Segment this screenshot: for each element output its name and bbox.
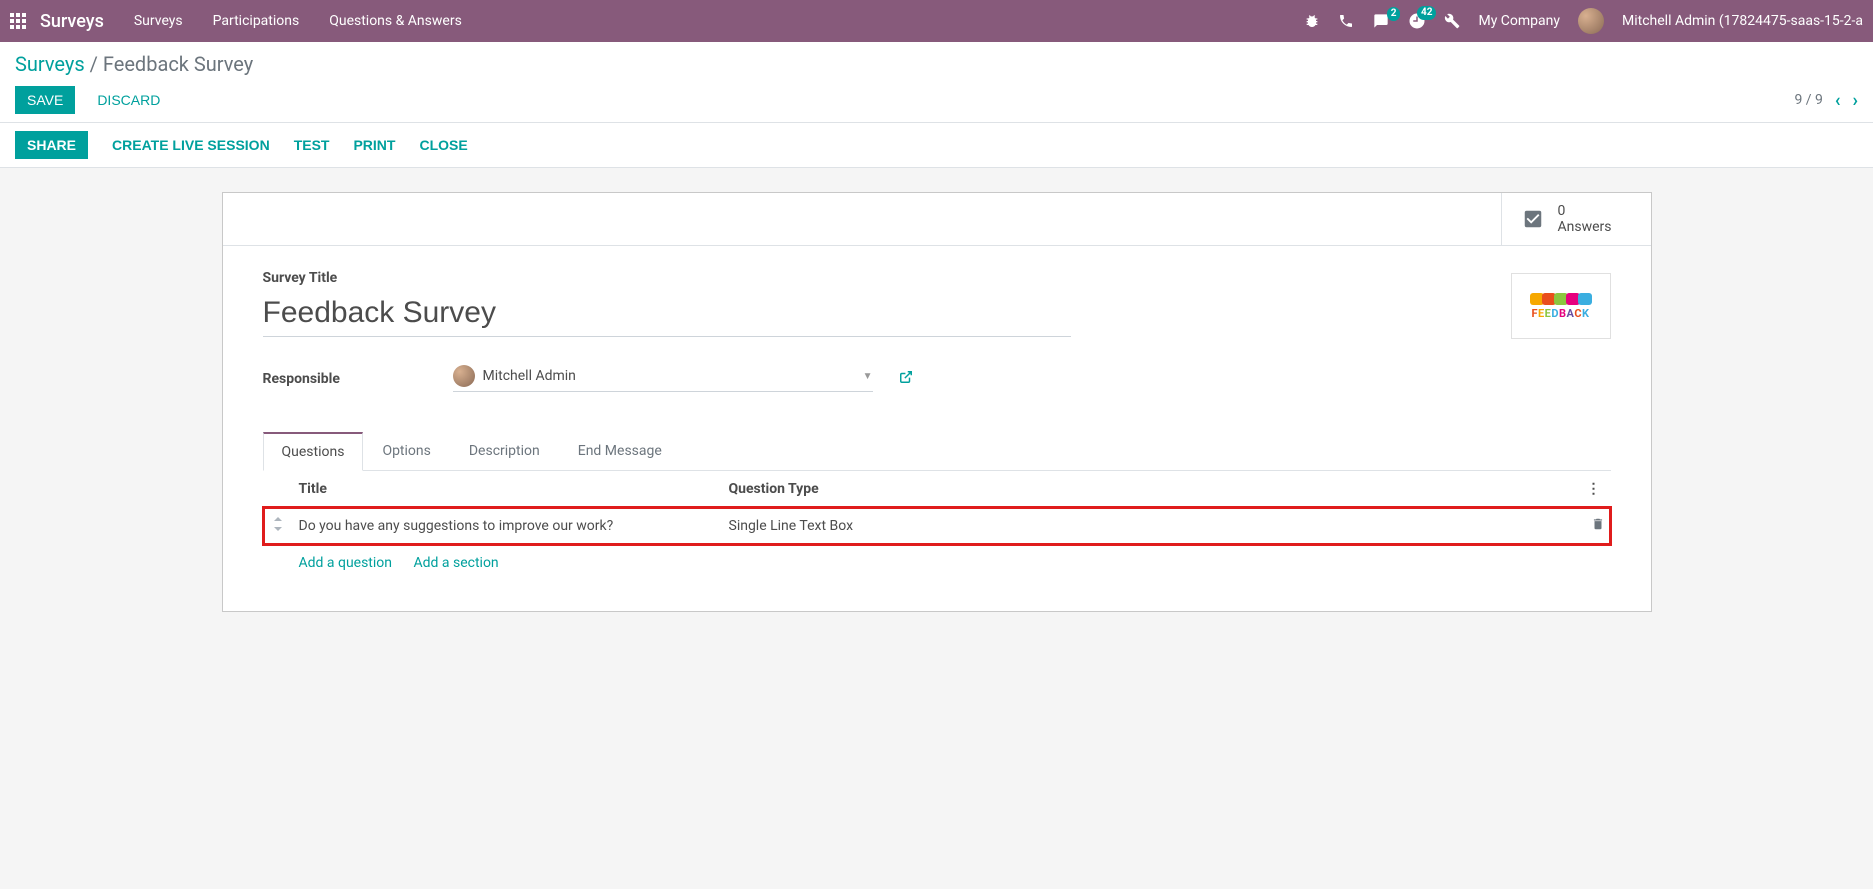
answers-stat-button[interactable]: 0 Answers: [1501, 193, 1651, 245]
cover-image[interactable]: FEEDBACK: [1511, 273, 1611, 339]
question-type-cell[interactable]: Single Line Text Box: [723, 507, 1581, 545]
dropdown-icon[interactable]: ▼: [863, 371, 873, 382]
tab-description[interactable]: Description: [450, 432, 559, 471]
chat-badge: 2: [1387, 7, 1401, 21]
tab-end-message[interactable]: End Message: [559, 432, 681, 471]
survey-title-input[interactable]: [263, 292, 1072, 337]
close-button[interactable]: CLOSE: [419, 131, 467, 159]
pager-text[interactable]: 9 / 9: [1794, 92, 1822, 108]
user-menu[interactable]: Mitchell Admin (17824475-saas-15-2-a: [1622, 13, 1863, 29]
breadcrumb-root[interactable]: Surveys: [15, 52, 85, 76]
answers-label: Answers: [1558, 219, 1612, 235]
add-section-link[interactable]: Add a section: [414, 555, 499, 571]
discard-button[interactable]: DISCARD: [93, 86, 164, 114]
menu-questions-answers[interactable]: Questions & Answers: [329, 13, 462, 29]
print-button[interactable]: PRINT: [353, 131, 395, 159]
breadcrumb: Surveys / Feedback Survey: [15, 52, 1858, 76]
breadcrumb-current: Feedback Survey: [103, 52, 253, 76]
activity-icon[interactable]: 42: [1408, 12, 1426, 30]
column-type-header[interactable]: Question Type: [723, 471, 1581, 507]
user-avatar[interactable]: [1578, 8, 1604, 34]
add-question-link[interactable]: Add a question: [299, 555, 393, 571]
pager-prev-icon[interactable]: ‹: [1835, 90, 1841, 111]
pager-next-icon[interactable]: ›: [1853, 90, 1858, 111]
bug-icon[interactable]: [1304, 13, 1320, 29]
chat-icon[interactable]: 2: [1372, 13, 1390, 29]
tools-icon[interactable]: [1444, 13, 1460, 29]
question-row[interactable]: Do you have any suggestions to improve o…: [263, 507, 1611, 545]
apps-icon[interactable]: [10, 13, 26, 29]
column-options-icon[interactable]: ⋮: [1581, 471, 1611, 507]
activity-badge: 42: [1417, 6, 1436, 20]
answers-count: 0: [1558, 203, 1612, 219]
external-link-icon[interactable]: [899, 370, 913, 388]
company-selector[interactable]: My Company: [1478, 13, 1560, 29]
menu-participations[interactable]: Participations: [213, 13, 300, 29]
responsible-label: Responsible: [263, 371, 433, 387]
drag-handle-icon[interactable]: [263, 507, 293, 545]
delete-row-icon[interactable]: [1581, 507, 1611, 545]
tab-options[interactable]: Options: [363, 432, 449, 471]
app-brand[interactable]: Surveys: [40, 11, 104, 32]
check-icon: [1522, 208, 1544, 230]
tab-questions[interactable]: Questions: [263, 432, 364, 471]
responsible-field[interactable]: Mitchell Admin ▼: [453, 365, 873, 392]
column-title-header[interactable]: Title: [293, 471, 723, 507]
share-button[interactable]: SHARE: [15, 131, 88, 159]
question-title-cell[interactable]: Do you have any suggestions to improve o…: [293, 507, 723, 545]
survey-title-label: Survey Title: [263, 270, 1611, 286]
create-live-session-button[interactable]: CREATE LIVE SESSION: [112, 131, 270, 159]
responsible-value[interactable]: Mitchell Admin: [483, 368, 855, 384]
test-button[interactable]: TEST: [294, 131, 330, 159]
responsible-avatar: [453, 365, 475, 387]
menu-surveys[interactable]: Surveys: [134, 13, 183, 29]
save-button[interactable]: SAVE: [15, 86, 75, 114]
phone-icon[interactable]: [1338, 13, 1354, 29]
cover-image-caption: FEEDBACK: [1531, 307, 1589, 320]
